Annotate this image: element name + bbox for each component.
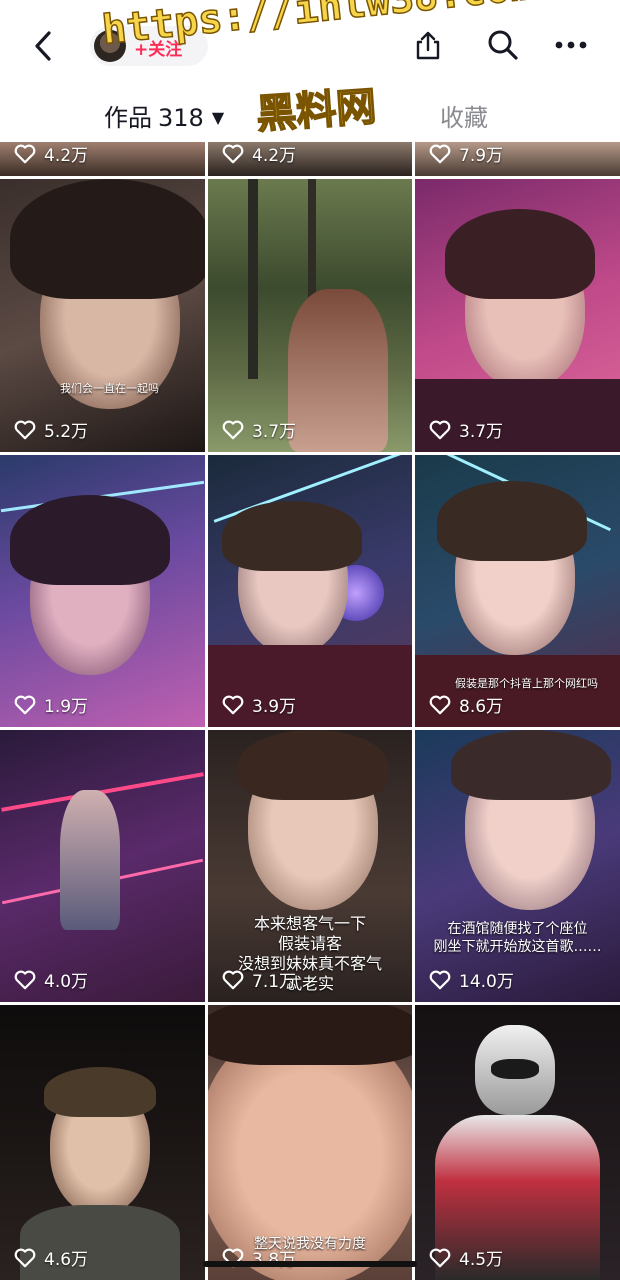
- heart-outline-icon: [14, 695, 36, 714]
- caption-line: 刚坐下就开始放这首歌……: [433, 939, 602, 955]
- profile-header: +关注 作品 318 ▼ 收藏 https://ihlw38.com 黑料网: [0, 0, 620, 142]
- like-count-value: 5.2万: [44, 422, 89, 442]
- video-thumbnail[interactable]: 4.5万: [415, 1005, 620, 1280]
- caret-down-icon: ▼: [211, 108, 225, 127]
- video-thumbnail[interactable]: 7.9万: [415, 142, 620, 176]
- search-icon[interactable]: [486, 28, 520, 62]
- video-thumbnail[interactable]: 4.0万: [0, 730, 205, 1002]
- tab-works-label: 作品: [104, 104, 152, 132]
- tab-works-count: 318: [158, 104, 204, 132]
- like-count-value: 4.2万: [252, 146, 297, 166]
- thumbnail-visor: [491, 1059, 539, 1079]
- share-icon[interactable]: [414, 30, 442, 60]
- thumbnail-hair: [208, 1005, 412, 1065]
- thumbnail-figure: [288, 289, 388, 452]
- like-count-value: 7.1万: [252, 972, 297, 992]
- thumbnail-hair: [44, 1067, 156, 1117]
- video-caption: 我们会一直在一起吗: [60, 382, 159, 395]
- like-count: 5.2万: [14, 417, 88, 442]
- watermark-url: https://ihlw38.com: [99, 0, 536, 54]
- heart-outline-icon: [222, 420, 244, 439]
- like-count-value: 4.6万: [44, 1250, 89, 1270]
- like-count: 7.9万: [429, 142, 503, 166]
- thumbnail-hair: [238, 730, 388, 800]
- like-count: 1.9万: [14, 692, 88, 717]
- video-caption: 在酒馆随便找了个座位 刚坐下就开始放这首歌……: [415, 920, 620, 956]
- like-count-value: 1.9万: [44, 697, 89, 717]
- heart-outline-icon: [14, 970, 36, 989]
- like-count-value: 3.7万: [252, 422, 297, 442]
- like-count-value: 3.7万: [459, 422, 504, 442]
- like-count-value: 14.0万: [459, 972, 514, 992]
- caption-line: 在酒馆随便找了个座位: [447, 921, 588, 937]
- video-thumbnail[interactable]: 3.7万: [415, 179, 620, 452]
- tab-works[interactable]: 作品 318 ▼: [104, 98, 224, 133]
- thumbnail-hair: [445, 209, 595, 299]
- like-count-value: 4.5万: [459, 1250, 504, 1270]
- video-thumbnail[interactable]: 在酒馆随便找了个座位 刚坐下就开始放这首歌…… 14.0万: [415, 730, 620, 1002]
- like-count: 4.0万: [14, 967, 88, 992]
- tab-favorites[interactable]: 收藏: [440, 98, 488, 133]
- thumbnail-hair: [10, 179, 205, 299]
- like-count: 4.2万: [222, 142, 296, 166]
- video-thumbnail[interactable]: 4.2万: [0, 142, 205, 176]
- video-grid: 4.2万 4.2万 7.9万 我们会一直在一起吗 5.2万 3.7万 3.7万 …: [0, 142, 620, 1280]
- heart-outline-icon: [222, 695, 244, 714]
- like-count: 4.5万: [429, 1245, 503, 1270]
- caption-line: 本来想客气一下: [253, 914, 366, 933]
- like-count-value: 3.9万: [252, 697, 297, 717]
- video-thumbnail[interactable]: 本来想客气一下 假装请客 没想到妹妹真不客气 忒老实 7.1万: [208, 730, 412, 1002]
- like-count: 14.0万: [429, 967, 514, 992]
- like-count: 3.9万: [222, 692, 296, 717]
- heart-outline-icon: [14, 1248, 36, 1267]
- thumbnail-hair: [451, 730, 611, 800]
- heart-outline-icon: [429, 695, 451, 714]
- like-count: 3.7万: [429, 417, 503, 442]
- more-horizontal-icon[interactable]: [552, 30, 592, 60]
- like-count-value: 4.2万: [44, 146, 89, 166]
- thumbnail-figure: [60, 790, 120, 930]
- heart-outline-icon: [429, 144, 451, 163]
- heart-outline-icon: [429, 1248, 451, 1267]
- video-thumbnail[interactable]: 3.7万: [208, 179, 412, 452]
- like-count-value: 7.9万: [459, 146, 504, 166]
- heart-outline-icon: [14, 144, 36, 163]
- like-count: 7.1万: [222, 967, 296, 992]
- like-count: 3.7万: [222, 417, 296, 442]
- thumbnail-hair: [10, 495, 170, 585]
- video-caption: 假装是那个抖音上那个网红吗: [455, 677, 598, 690]
- video-thumbnail[interactable]: 4.2万: [208, 142, 412, 176]
- heart-outline-icon: [222, 144, 244, 163]
- heart-outline-icon: [429, 420, 451, 439]
- chevron-left-icon[interactable]: [26, 28, 62, 64]
- heart-outline-icon: [14, 420, 36, 439]
- video-thumbnail[interactable]: 3.9万: [208, 455, 412, 727]
- like-count-value: 8.6万: [459, 697, 504, 717]
- watermark-text: 黑料网: [254, 83, 378, 139]
- like-count: 4.6万: [14, 1245, 88, 1270]
- video-thumbnail[interactable]: 1.9万: [0, 455, 205, 727]
- like-count-value: 4.0万: [44, 972, 89, 992]
- video-thumbnail[interactable]: 整天说我没有力度 3.8万: [208, 1005, 412, 1280]
- heart-outline-icon: [429, 970, 451, 989]
- like-count: 8.6万: [429, 692, 503, 717]
- thumbnail-hair: [222, 501, 362, 571]
- video-thumbnail[interactable]: 假装是那个抖音上那个网红吗 8.6万: [415, 455, 620, 727]
- video-thumbnail[interactable]: 我们会一直在一起吗 5.2万: [0, 179, 205, 452]
- home-indicator[interactable]: [203, 1261, 417, 1267]
- caption-line: 假装请客: [277, 934, 342, 953]
- thumbnail-hair: [437, 481, 587, 561]
- heart-outline-icon: [222, 970, 244, 989]
- like-count: 4.2万: [14, 142, 88, 166]
- video-thumbnail[interactable]: 4.6万: [0, 1005, 205, 1280]
- thumbnail-tree: [248, 179, 258, 379]
